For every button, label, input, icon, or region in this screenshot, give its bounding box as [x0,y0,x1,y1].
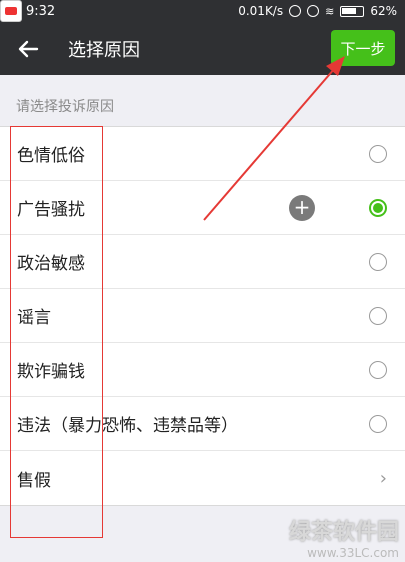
reason-label: 违法（暴力恐怖、违禁品等） [17,416,238,436]
radio-button[interactable] [369,144,387,163]
alarm-icon [307,5,320,17]
list-item-4[interactable]: 欺诈骗钱 [0,343,405,397]
back-button[interactable] [0,22,56,75]
next-button[interactable]: 下一步 [331,30,395,66]
reason-label: 谣言 [17,308,51,328]
radio-button[interactable] [369,252,387,271]
section-header: 请选择投诉原因 [16,99,114,115]
reason-label: 广告骚扰 [17,200,85,220]
watermark-logo: 绿茶软件园 [288,520,399,545]
watermark-url: www.33LC.com [307,546,399,560]
arrow-left-icon [18,40,39,57]
reason-label: 政治敏感 [17,254,85,274]
radio-button[interactable] [369,360,387,379]
list-item-5[interactable]: 违法（暴力恐怖、违禁品等） [0,397,405,451]
network-speed: 0.01K/s [238,4,284,18]
radio-button-checked[interactable] [369,198,387,217]
chevron-right-icon: › [379,467,387,489]
sync-icon [289,5,302,17]
list-item-6[interactable]: 售假 › [0,451,405,505]
reason-list: 色情低俗 广告骚扰 + 政治敏感 谣言 欺诈骗钱 违法（暴力恐怖、违禁品等） 售… [0,126,405,506]
status-right: 0.01K/s ≋ 62% [238,4,397,18]
wifi-icon: ≋ [325,4,335,18]
page-title: 选择原因 [68,39,140,61]
reason-label: 售假 [17,470,51,491]
floating-plus-icon[interactable]: + [289,195,315,221]
app-notification-icon [0,0,22,22]
status-time: 9:32 [26,3,56,19]
title-bar: 选择原因 下一步 [0,22,405,75]
list-item-2[interactable]: 政治敏感 [0,235,405,289]
list-item-0[interactable]: 色情低俗 [0,127,405,181]
watermark: 绿茶软件园 www.33LC.com [289,514,399,560]
status-bar: 9:32 0.01K/s ≋ 62% [0,0,405,22]
reason-label: 欺诈骗钱 [17,362,85,382]
radio-button[interactable] [369,306,387,325]
battery-percent: 62% [370,4,397,18]
radio-button[interactable] [369,414,387,433]
list-item-3[interactable]: 谣言 [0,289,405,343]
list-item-1[interactable]: 广告骚扰 + [0,181,405,235]
reason-label: 色情低俗 [17,146,85,166]
battery-icon [340,5,365,17]
